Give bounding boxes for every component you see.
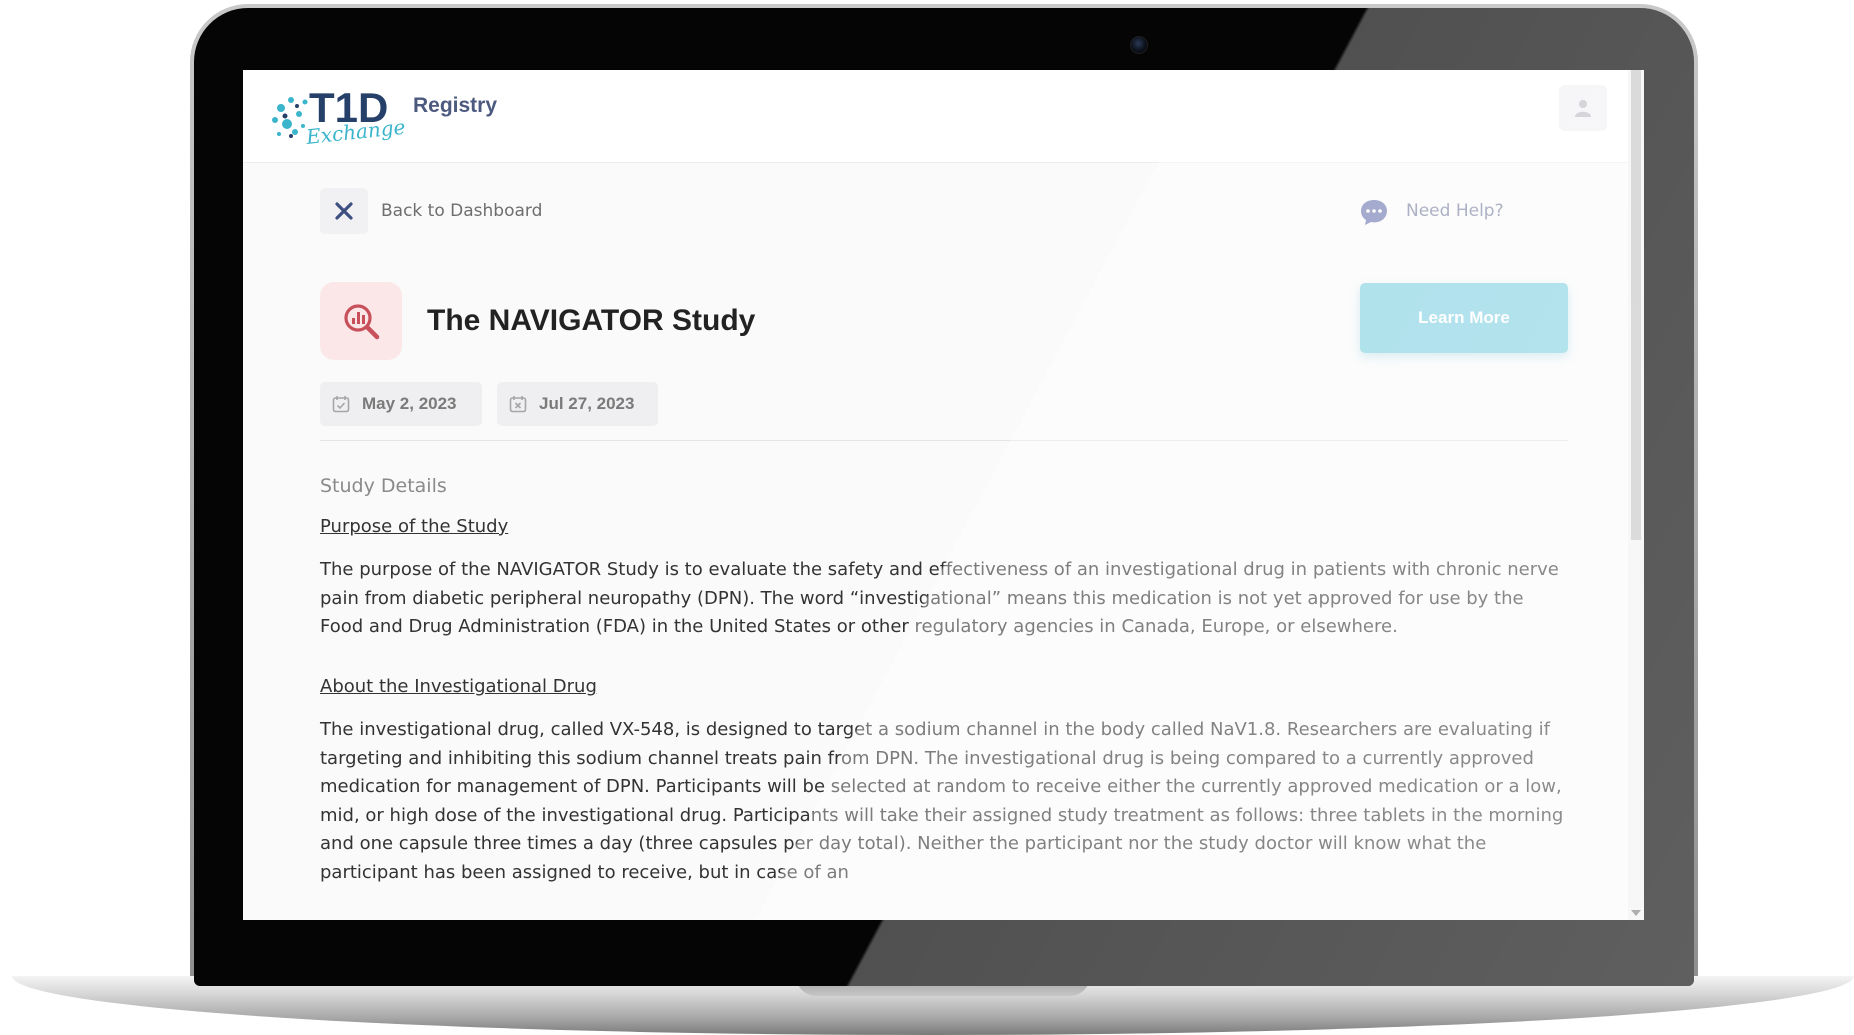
header-divider — [320, 440, 1568, 441]
purpose-paragraph: The purpose of the NAVIGATOR Study is to… — [320, 559, 1559, 637]
learn-more-button[interactable]: Learn More — [1360, 283, 1568, 353]
t1d-exchange-logo[interactable]: T1D Exchange — [267, 78, 407, 150]
profile-button[interactable] — [1559, 85, 1607, 131]
user-icon — [1575, 100, 1591, 117]
scroll-down-arrow[interactable] — [1631, 910, 1641, 916]
top-bar: T1D Exchange Registry — [243, 70, 1628, 163]
need-help-link[interactable]: Need Help? — [1406, 201, 1504, 221]
drug-heading: About the Investigational Drug — [320, 676, 597, 697]
end-date: Jul 27, 2023 — [539, 394, 635, 413]
close-icon — [335, 202, 353, 220]
drug-paragraph: The investigational drug, called VX-548,… — [320, 719, 1564, 883]
calendar-x-icon — [509, 396, 527, 413]
study-details-title: Study Details — [320, 475, 447, 497]
scrollbar[interactable] — [1628, 70, 1644, 920]
back-to-dashboard-link[interactable]: Back to Dashboard — [381, 201, 542, 221]
webcam — [1130, 36, 1148, 54]
start-date-chip: May 2, 2023 — [320, 382, 482, 426]
calendar-check-icon — [332, 396, 350, 413]
app-screen: T1D Exchange Registry Back to Dashboard … — [243, 70, 1644, 920]
end-date-chip: Jul 27, 2023 — [497, 382, 658, 426]
start-date: May 2, 2023 — [362, 394, 457, 413]
chat-bubble-icon[interactable] — [1359, 198, 1389, 226]
purpose-heading: Purpose of the Study — [320, 516, 509, 537]
brand-name: Registry — [413, 94, 498, 117]
magnifier-chart-icon — [344, 304, 380, 340]
study-icon-tile — [320, 282, 402, 360]
close-button[interactable] — [320, 188, 368, 234]
scrollbar-thumb[interactable] — [1631, 70, 1641, 540]
study-title: The NAVIGATOR Study — [427, 304, 756, 337]
